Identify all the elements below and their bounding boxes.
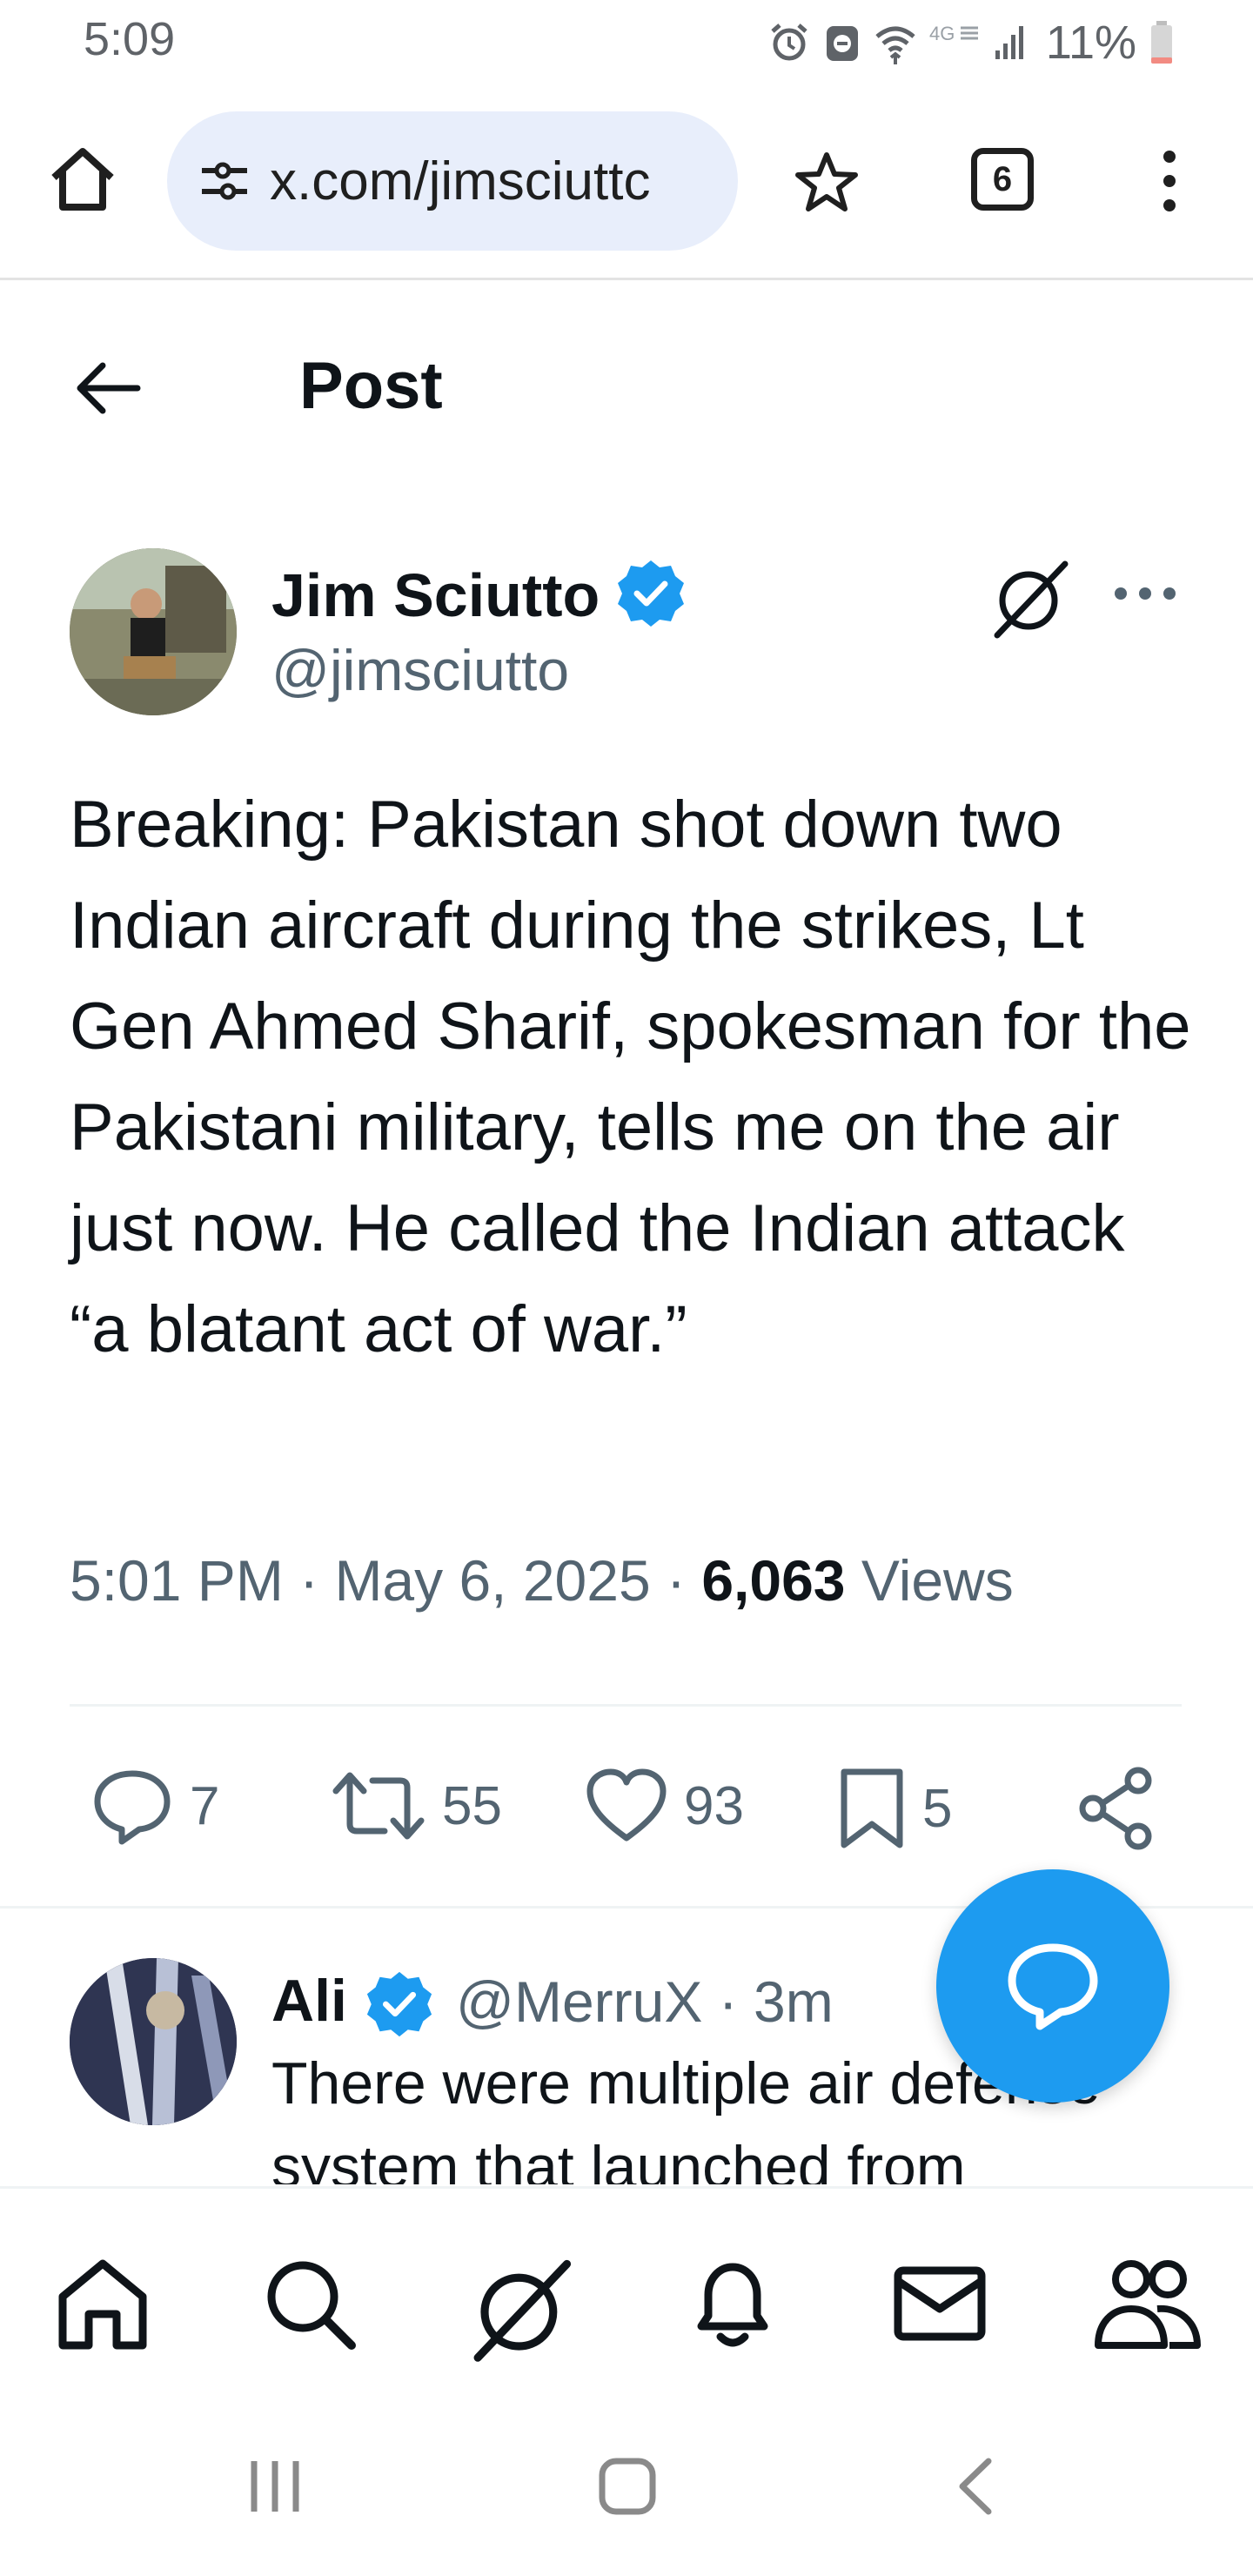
- status-time: 5:09: [84, 13, 176, 65]
- reply-author-name[interactable]: Ali: [271, 1967, 347, 2035]
- heart-icon: [586, 1768, 667, 1841]
- reply-avatar-photo: [70, 1958, 237, 2125]
- search-icon: [267, 2261, 356, 2350]
- url-text[interactable]: x.com/jimsciuttc: [270, 151, 650, 212]
- signal-icon: [995, 26, 1023, 59]
- meta-separator: ·: [283, 1548, 335, 1613]
- nav-search[interactable]: [261, 2255, 358, 2357]
- alarm-icon: [771, 23, 807, 61]
- home-icon: [58, 2259, 147, 2350]
- status-icons: 4G 11%: [767, 16, 1175, 70]
- more-options-button[interactable]: [1112, 583, 1178, 608]
- author-name[interactable]: Jim Sciutto: [271, 560, 600, 630]
- 4g-icon: 4G: [929, 23, 978, 44]
- bookmark-star-icon: [795, 152, 858, 211]
- avatar[interactable]: [70, 1958, 237, 2125]
- nav-grok[interactable]: [466, 2255, 576, 2369]
- bookmark-star-button[interactable]: [794, 150, 860, 220]
- tab-count: 6: [992, 159, 1013, 198]
- nav-communities[interactable]: [1093, 2255, 1203, 2357]
- battery-icon: [1151, 21, 1172, 64]
- nav-home[interactable]: [54, 2255, 151, 2357]
- share-icon: [1079, 1767, 1152, 1850]
- views-count: 6,063: [701, 1548, 846, 1613]
- avatar[interactable]: [70, 548, 237, 715]
- system-back-button[interactable]: [954, 2456, 997, 2521]
- post-time[interactable]: 5:01 PM: [70, 1548, 284, 1613]
- compose-reply-fab[interactable]: [936, 1869, 1169, 2103]
- post-date[interactable]: May 6, 2025: [334, 1548, 650, 1613]
- recent-apps-button[interactable]: [247, 2456, 303, 2521]
- like-button[interactable]: 93: [585, 1767, 744, 1845]
- verified-badge-icon: [366, 1971, 432, 2037]
- bookmark-count: 5: [922, 1778, 953, 1839]
- chat-bubble-icon: [1008, 1943, 1098, 2030]
- share-button[interactable]: [1075, 1767, 1159, 1850]
- post-text: Breaking: Pakistan shot down two Indian …: [70, 788, 1191, 1366]
- battery-percent: 11%: [1045, 17, 1136, 69]
- verified-badge-icon: [618, 560, 684, 627]
- system-nav-bar: [0, 2404, 1253, 2576]
- repost-button[interactable]: 55: [331, 1767, 502, 1845]
- browser-toolbar: x.com/jimsciuttc 6: [0, 96, 1253, 280]
- bookmark-button[interactable]: 5: [837, 1767, 952, 1850]
- grok-button[interactable]: [988, 557, 1072, 645]
- repost-count: 55: [442, 1775, 502, 1836]
- like-count: 93: [684, 1775, 744, 1836]
- post-header: Post: [0, 287, 1253, 487]
- meta-separator: ·: [650, 1548, 702, 1613]
- reply-handle-time[interactable]: @MerruX · 3m: [456, 1969, 834, 2035]
- reply-count: 7: [190, 1775, 220, 1836]
- tabs-button[interactable]: 6: [971, 148, 1034, 211]
- mail-icon: [894, 2266, 986, 2341]
- post-meta: 5:01 PM · May 6, 2025 · 6,063 Views: [70, 1547, 1014, 1613]
- site-settings-icon[interactable]: [198, 160, 251, 202]
- browser-home-button[interactable]: [45, 141, 120, 220]
- home-icon: [51, 148, 114, 211]
- nav-messages[interactable]: [891, 2255, 988, 2357]
- browser-menu-button[interactable]: [1154, 148, 1185, 218]
- post-author: Jim Sciutto @jimsciutto: [0, 540, 1253, 731]
- divider: [70, 1704, 1182, 1707]
- back-arrow-icon: [77, 362, 141, 414]
- svg-text:4G: 4G: [929, 23, 955, 44]
- system-back-icon: [959, 2458, 992, 2515]
- page-title: Post: [299, 349, 443, 423]
- grok-icon: [994, 560, 1069, 639]
- repost-icon: [332, 1772, 425, 1840]
- reply-icon: [94, 1770, 171, 1845]
- communities-icon: [1095, 2260, 1201, 2349]
- bottom-nav: [0, 2186, 1253, 2404]
- back-button[interactable]: [73, 360, 143, 420]
- reply-button[interactable]: 7: [90, 1767, 219, 1845]
- bell-icon: [697, 2263, 768, 2347]
- post-actions: 7 55 93 5: [0, 1749, 1253, 1871]
- nav-notifications[interactable]: [684, 2255, 781, 2357]
- menu-icon: [1163, 151, 1176, 211]
- system-home-button[interactable]: [597, 2456, 658, 2521]
- status-bar: 5:09 4G 11%: [0, 0, 1253, 87]
- address-bar[interactable]: x.com/jimsciuttc: [167, 111, 738, 251]
- avatar-photo: [70, 548, 237, 715]
- recents-icon: [251, 2461, 299, 2512]
- grok-icon: [473, 2259, 572, 2362]
- more-dots-icon: [1115, 587, 1176, 600]
- views-label: Views: [861, 1548, 1014, 1613]
- author-handle[interactable]: @jimsciutto: [271, 637, 569, 703]
- bookmark-icon: [841, 1768, 903, 1848]
- system-home-icon: [599, 2458, 656, 2515]
- dnd-icon: [826, 26, 858, 61]
- wifi-icon: [875, 26, 915, 64]
